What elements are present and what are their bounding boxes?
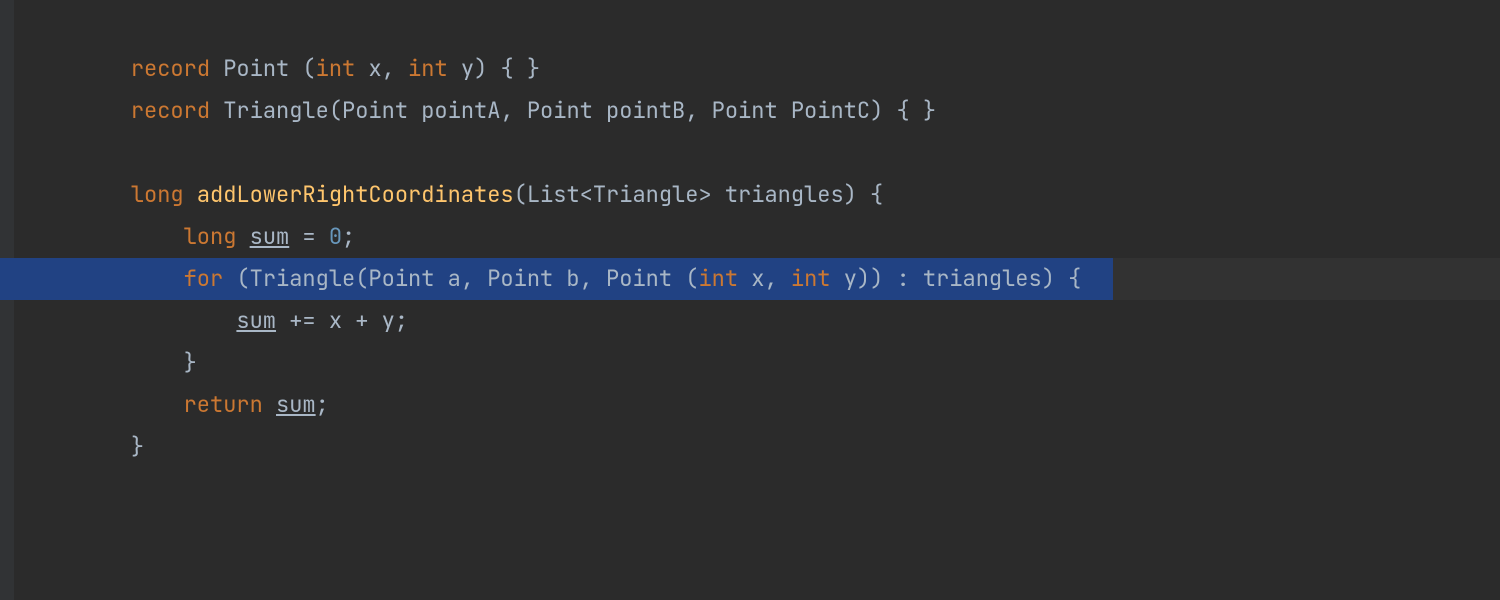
code-token: Point ( <box>606 264 698 293</box>
code-token: , <box>580 264 606 293</box>
code-token: Point PointC <box>712 96 870 125</box>
code-line[interactable]: return sum; <box>0 384 1500 426</box>
code-token: } <box>131 432 144 461</box>
code-token: Point pointA <box>342 96 500 125</box>
code-token: sum <box>276 390 316 419</box>
code-token: ( <box>329 96 342 125</box>
code-token: ) { } <box>474 54 540 83</box>
code-token: Triangle <box>223 96 329 125</box>
code-token: ( <box>302 54 315 83</box>
code-token: int <box>316 54 369 83</box>
code-token: List<Triangle> triangles <box>527 180 844 209</box>
code-token: y <box>844 264 857 293</box>
code-token: , <box>685 96 711 125</box>
code-line[interactable]: for (Triangle(Point a, Point b, Point (i… <box>0 258 1500 300</box>
code-token: ; <box>316 390 329 419</box>
code-token: = <box>289 222 329 251</box>
code-token: int <box>698 264 751 293</box>
code-token: long <box>184 222 250 251</box>
code-token: sum <box>236 306 276 335</box>
code-line[interactable]: long sum = 0; <box>0 216 1500 258</box>
code-token: y <box>461 54 474 83</box>
code-line[interactable]: } <box>0 426 1500 468</box>
code-token: ( <box>514 180 527 209</box>
code-line[interactable]: record Triangle(Point pointA, Point poin… <box>0 90 1500 132</box>
code-token: ) { } <box>870 96 936 125</box>
code-token: return <box>184 390 276 419</box>
code-token: Point <box>223 54 302 83</box>
code-token: ) { <box>844 180 884 209</box>
code-token: for <box>184 264 237 293</box>
code-token: )) : triangles) { <box>857 264 1081 293</box>
code-token: } <box>184 348 197 377</box>
code-token: Point pointB <box>527 96 685 125</box>
code-token: , <box>500 96 526 125</box>
code-line[interactable]: sum += x + y; <box>0 300 1500 342</box>
code-token: , <box>382 54 408 83</box>
code-token: sum <box>250 222 290 251</box>
code-token: long <box>131 180 197 209</box>
code-token: int <box>408 54 461 83</box>
code-token: , <box>461 264 487 293</box>
code-editor[interactable]: record Point (int x, int y) { } record T… <box>0 0 1500 468</box>
code-token: += x + y; <box>276 306 408 335</box>
code-line[interactable]: long addLowerRightCoordinates(List<Trian… <box>0 174 1500 216</box>
code-token: addLowerRightCoordinates <box>197 180 514 209</box>
code-token: int <box>791 264 844 293</box>
code-token: Point b <box>487 264 579 293</box>
code-line[interactable]: } <box>0 342 1500 384</box>
code-token: x <box>368 54 381 83</box>
code-token: x <box>751 264 764 293</box>
code-token: , <box>764 264 790 293</box>
code-token: 0 <box>329 222 342 251</box>
code-line[interactable] <box>0 132 1500 174</box>
code-token: ; <box>342 222 355 251</box>
code-line[interactable]: record Point (int x, int y) { } <box>0 48 1500 90</box>
code-token: (Triangle(Point a <box>236 264 460 293</box>
code-token: record <box>131 54 223 83</box>
code-token: record <box>131 96 223 125</box>
